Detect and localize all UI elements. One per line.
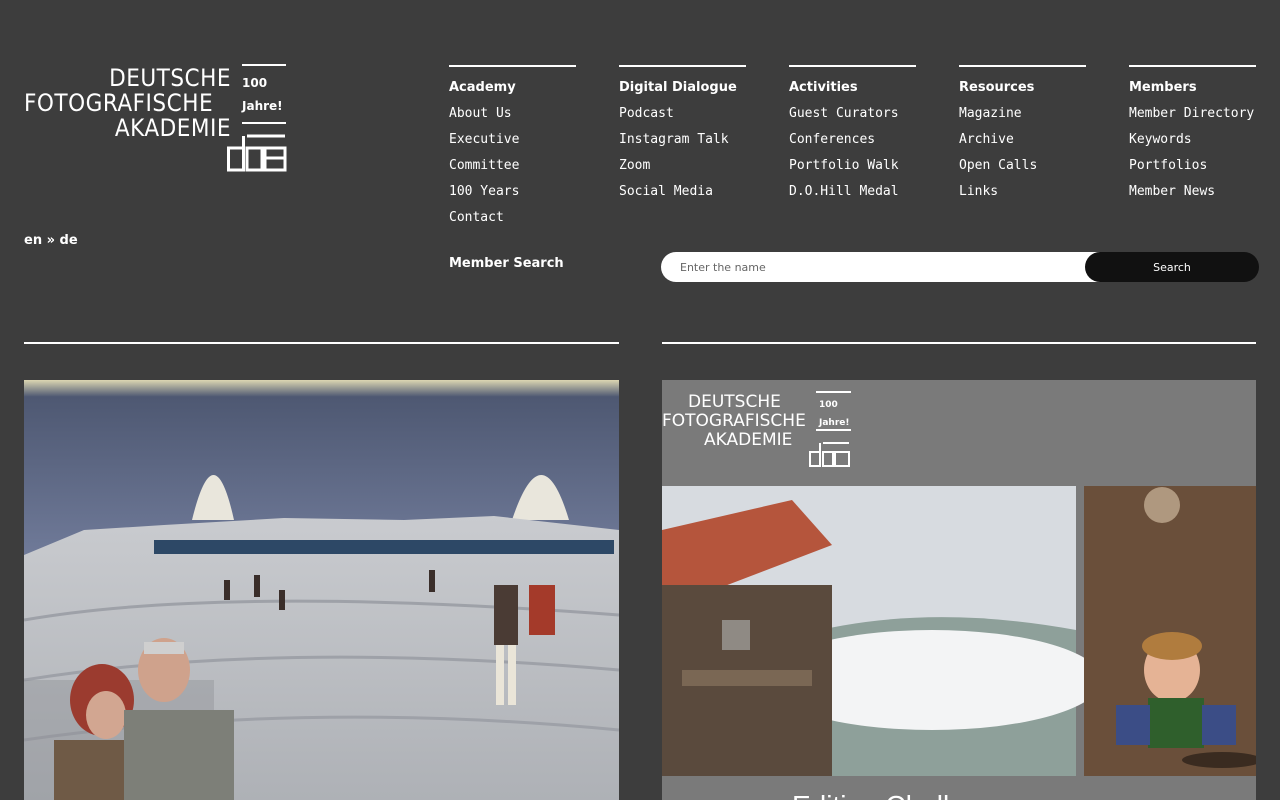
- nav-link-magazine[interactable]: Magazine: [959, 101, 1086, 127]
- badge-line-2: Jahre!: [242, 99, 283, 113]
- editing-challenge-poster-image: DEUTSCHE FOTOGRAFISCHE AKADEMIE 100 Jahr…: [662, 380, 1256, 800]
- search-button[interactable]: Search: [1085, 252, 1259, 282]
- nav-link-social-media[interactable]: Social Media: [619, 179, 746, 205]
- nav-link-guest-curators[interactable]: Guest Curators: [789, 101, 916, 127]
- nav-link-contact[interactable]: Contact: [449, 205, 576, 231]
- nav-heading-academy[interactable]: Academy: [449, 75, 576, 101]
- nav-link-links[interactable]: Links: [959, 179, 1086, 205]
- logo-line-1: DEUTSCHE: [109, 64, 231, 92]
- nav-link-portfolios[interactable]: Portfolios: [1129, 153, 1256, 179]
- anniversary-badge: 100 Jahre!: [242, 64, 286, 124]
- nav-link-member-news[interactable]: Member News: [1129, 179, 1256, 205]
- nav-link-instagram-talk[interactable]: Instagram Talk: [619, 127, 746, 153]
- nav-link-about-us[interactable]: About Us: [449, 101, 576, 127]
- logo-line-3: AKADEMIE: [114, 114, 231, 142]
- dfa-mark-icon: [227, 134, 287, 172]
- badge-line-1: 100: [242, 76, 268, 90]
- site-logo[interactable]: DEUTSCHE FOTOGRAFISCHE AKADEMIE 100 Jahr…: [24, 64, 287, 172]
- nav-link-committee[interactable]: Committee: [449, 153, 576, 179]
- nav-heading-activities[interactable]: Activities: [789, 75, 916, 101]
- poster-logo-line-2: FOTOGRAFISCHE: [662, 411, 806, 431]
- poster-caption: Editing Challenge: [792, 790, 1012, 800]
- divider-right: [662, 342, 1256, 344]
- nav-link-member-directory[interactable]: Member Directory: [1129, 101, 1256, 127]
- feature-card-editing-challenge[interactable]: DEUTSCHE FOTOGRAFISCHE AKADEMIE 100 Jahr…: [662, 380, 1256, 800]
- nav-heading-resources[interactable]: Resources: [959, 75, 1086, 101]
- nav-link-100-years[interactable]: 100 Years: [449, 179, 576, 205]
- logo-line-2: FOTOGRAFISCHE: [24, 89, 214, 117]
- member-search-form: Search: [661, 252, 1259, 282]
- member-search-input[interactable]: [661, 252, 1121, 282]
- language-switch: en » de: [24, 233, 78, 248]
- feature-card-photo[interactable]: [24, 380, 619, 800]
- nav-column-academy: Academy About Us Executive Committee 100…: [449, 65, 576, 231]
- nav-link-executive[interactable]: Executive: [449, 127, 576, 153]
- poster-logo-line-1: DEUTSCHE: [688, 392, 781, 412]
- lang-en-link[interactable]: en: [24, 233, 42, 248]
- nav-link-portfolio-walk[interactable]: Portfolio Walk: [789, 153, 916, 179]
- nav-link-zoom[interactable]: Zoom: [619, 153, 746, 179]
- nav-column-members: Members Member Directory Keywords Portfo…: [1129, 65, 1256, 205]
- lang-separator: »: [42, 233, 60, 248]
- nav-link-podcast[interactable]: Podcast: [619, 101, 746, 127]
- divider-left: [24, 342, 619, 344]
- poster-badge-line-2: Jahre!: [818, 418, 849, 428]
- nav-link-keywords[interactable]: Keywords: [1129, 127, 1256, 153]
- nav-heading-members[interactable]: Members: [1129, 75, 1256, 101]
- nav-column-digital-dialogue: Digital Dialogue Podcast Instagram Talk …: [619, 65, 746, 205]
- nav-link-conferences[interactable]: Conferences: [789, 127, 916, 153]
- nav-link-open-calls[interactable]: Open Calls: [959, 153, 1086, 179]
- poster-logo-line-3: AKADEMIE: [704, 430, 792, 450]
- lang-de-link[interactable]: de: [60, 233, 78, 248]
- nav-heading-digital-dialogue[interactable]: Digital Dialogue: [619, 75, 746, 101]
- nav-column-activities: Activities Guest Curators Conferences Po…: [789, 65, 916, 205]
- poster-badge-line-1: 100: [819, 400, 838, 410]
- nav-link-archive[interactable]: Archive: [959, 127, 1086, 153]
- nav-link-dohill-medal[interactable]: D.O.Hill Medal: [789, 179, 916, 205]
- nav-column-resources: Resources Magazine Archive Open Calls Li…: [959, 65, 1086, 205]
- member-search-label: Member Search: [449, 256, 564, 271]
- feature-photo-image: [24, 380, 619, 800]
